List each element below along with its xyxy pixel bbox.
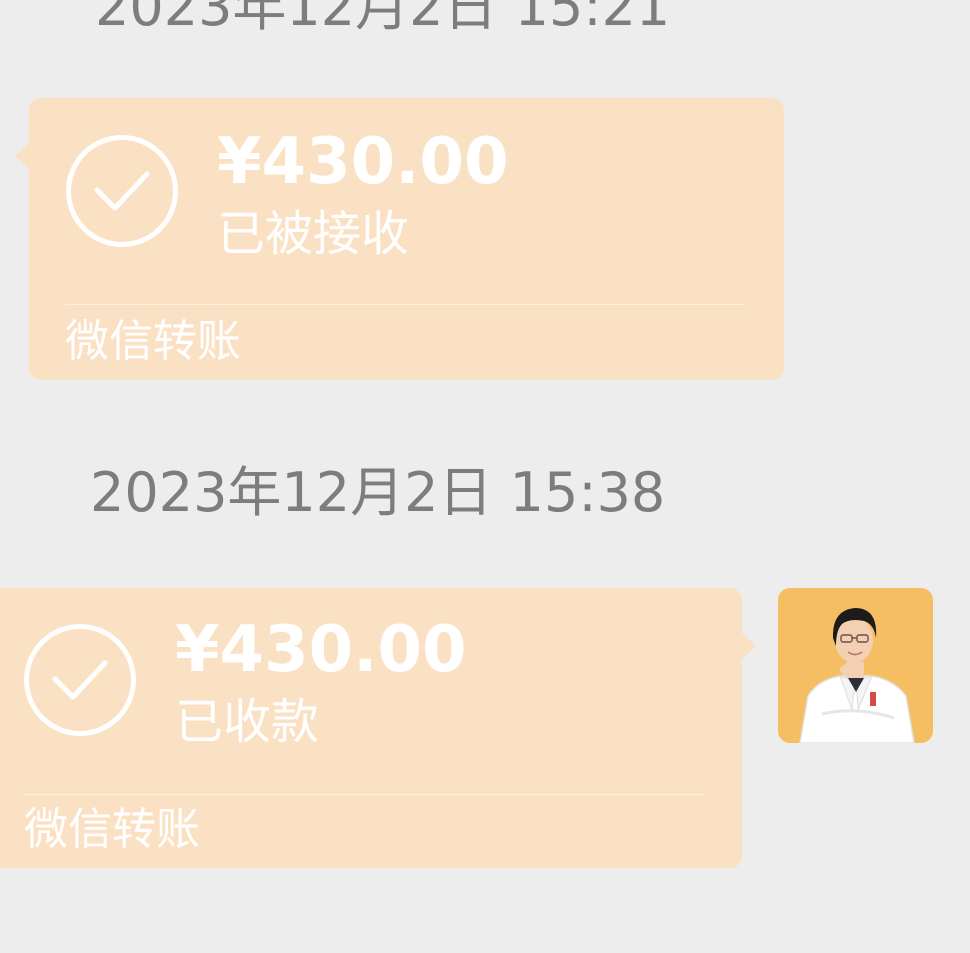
bubble-tail bbox=[741, 632, 756, 660]
bubble-tail bbox=[15, 142, 30, 170]
transfer-card-received[interactable]: ¥430.00 已被接收 微信转账 bbox=[15, 98, 784, 380]
check-circle-icon bbox=[24, 624, 136, 736]
transfer-status: 已被接收 bbox=[217, 206, 410, 262]
transfer-status: 已收款 bbox=[175, 694, 320, 750]
transfer-amount: ¥430.00 bbox=[217, 125, 509, 199]
check-circle-icon bbox=[66, 135, 178, 247]
transfer-label: 微信转账 bbox=[24, 804, 200, 855]
message-timestamp: 2023年12月2日 15:21 bbox=[95, 0, 671, 38]
message-timestamp: 2023年12月2日 15:38 bbox=[90, 461, 666, 524]
avatar[interactable] bbox=[778, 588, 933, 743]
chat-screen: 2023年12月2日 15:21 ¥430.00 已被接收 微信转账 2023年… bbox=[0, 0, 970, 953]
transfer-amount: ¥430.00 bbox=[175, 613, 467, 687]
transfer-card-collected[interactable]: ¥430.00 已收款 微信转账 bbox=[0, 588, 756, 868]
transfer-label: 微信转账 bbox=[65, 316, 241, 367]
card-divider bbox=[65, 304, 744, 305]
card-divider bbox=[24, 794, 704, 795]
